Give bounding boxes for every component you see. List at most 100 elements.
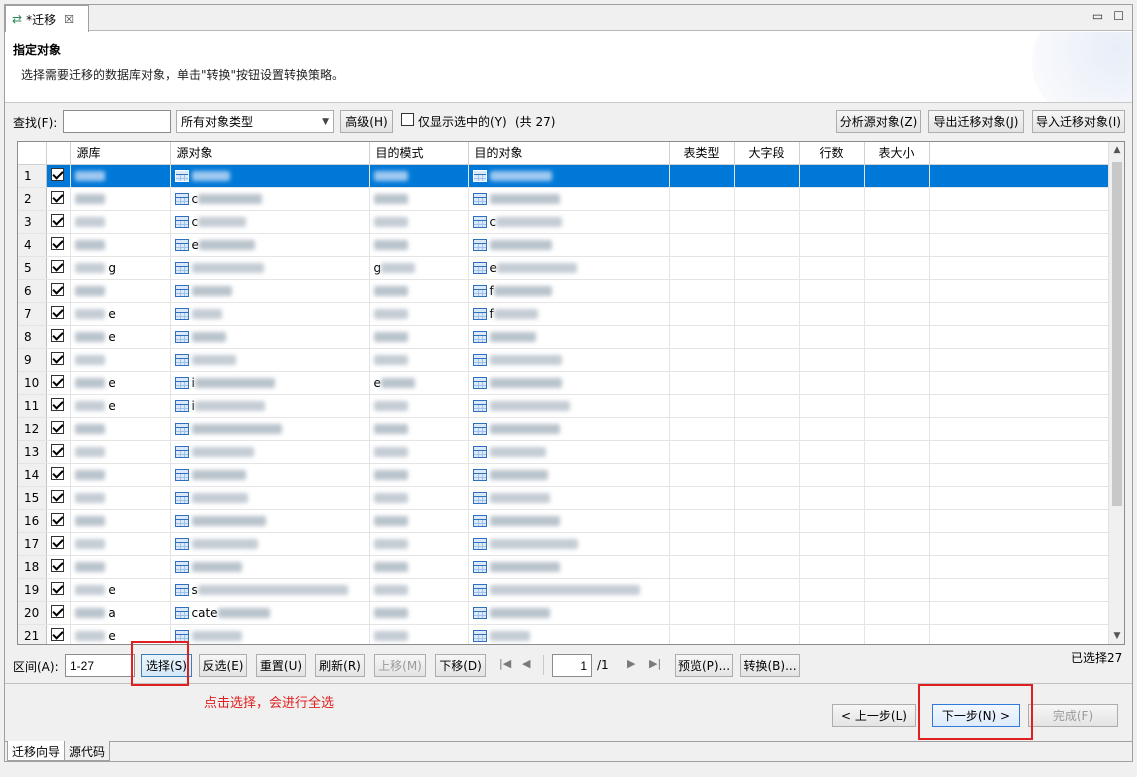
- table-row[interactable]: 1: [18, 164, 1110, 188]
- row-checkbox[interactable]: [50, 581, 64, 595]
- table-row[interactable]: 7 e f: [18, 302, 1110, 326]
- table-row[interactable]: 3 c c: [18, 210, 1110, 234]
- table-row[interactable]: 18: [18, 555, 1110, 579]
- row-check-cell[interactable]: [46, 532, 71, 556]
- table-row[interactable]: 10 eie: [18, 371, 1110, 395]
- row-check-cell[interactable]: [46, 486, 71, 510]
- row-check-cell[interactable]: [46, 578, 71, 602]
- col-source-db[interactable]: 源库: [70, 142, 171, 165]
- row-checkbox[interactable]: [50, 627, 64, 641]
- tab-wizard[interactable]: 迁移向导: [7, 741, 66, 761]
- table-row[interactable]: 9: [18, 348, 1110, 372]
- row-check-cell[interactable]: [46, 279, 71, 303]
- close-icon[interactable]: ☒: [64, 13, 74, 26]
- col-target-object[interactable]: 目的对象: [468, 142, 670, 165]
- table-row[interactable]: 2 c: [18, 187, 1110, 211]
- move-up-button[interactable]: 上移(M): [374, 654, 426, 677]
- scroll-up-icon[interactable]: ▲: [1109, 142, 1124, 158]
- finish-button[interactable]: 完成(F): [1028, 704, 1118, 727]
- scroll-thumb[interactable]: [1112, 162, 1122, 506]
- row-checkbox[interactable]: [50, 443, 64, 457]
- row-check-cell[interactable]: [46, 371, 71, 395]
- table-row[interactable]: 13: [18, 440, 1110, 464]
- table-row[interactable]: 20 a cate: [18, 601, 1110, 625]
- row-check-cell[interactable]: [46, 256, 71, 280]
- analyze-source-button[interactable]: 分析源对象(Z): [836, 110, 921, 133]
- row-checkbox[interactable]: [50, 282, 64, 296]
- table-row[interactable]: 12: [18, 417, 1110, 441]
- import-objects-button[interactable]: 导入迁移对象(I): [1032, 110, 1125, 133]
- row-checkbox[interactable]: [50, 604, 64, 618]
- row-checkbox[interactable]: [50, 558, 64, 572]
- object-type-select[interactable]: 所有对象类型 ▼: [176, 110, 334, 133]
- col-table-size[interactable]: 表大小: [864, 142, 930, 165]
- table-row[interactable]: 11 e i: [18, 394, 1110, 418]
- table-vscrollbar[interactable]: ▲ ▼: [1108, 142, 1124, 644]
- first-page-icon[interactable]: |◀: [499, 657, 511, 670]
- row-checkbox[interactable]: [50, 374, 64, 388]
- preview-button[interactable]: 预览(P)...: [675, 654, 733, 677]
- tab-source-code[interactable]: 源代码: [64, 741, 111, 761]
- row-checkbox[interactable]: [50, 236, 64, 250]
- col-row-count[interactable]: 行数: [799, 142, 865, 165]
- row-checkbox[interactable]: [50, 305, 64, 319]
- row-check-cell[interactable]: [46, 463, 71, 487]
- row-checkbox[interactable]: [50, 420, 64, 434]
- row-check-cell[interactable]: [46, 394, 71, 418]
- convert-button[interactable]: 转换(B)...: [740, 654, 800, 677]
- row-checkbox[interactable]: [50, 190, 64, 204]
- row-checkbox[interactable]: [50, 351, 64, 365]
- range-input[interactable]: [65, 654, 135, 677]
- row-check-cell[interactable]: [46, 624, 71, 644]
- table-row[interactable]: 4 e: [18, 233, 1110, 257]
- row-checkbox[interactable]: [50, 328, 64, 342]
- minimize-icon[interactable]: ▭: [1092, 9, 1103, 23]
- row-checkbox[interactable]: [50, 466, 64, 480]
- row-check-cell[interactable]: [46, 555, 71, 579]
- table-row[interactable]: 15: [18, 486, 1110, 510]
- col-large-field[interactable]: 大字段: [734, 142, 800, 165]
- row-checkbox[interactable]: [50, 213, 64, 227]
- table-row[interactable]: 16: [18, 509, 1110, 533]
- col-source-object[interactable]: 源对象: [170, 142, 370, 165]
- export-objects-button[interactable]: 导出迁移对象(J): [928, 110, 1024, 133]
- row-checkbox[interactable]: [50, 167, 64, 181]
- table-row[interactable]: 14: [18, 463, 1110, 487]
- table-row[interactable]: 6 f: [18, 279, 1110, 303]
- reset-button[interactable]: 重置(U): [256, 654, 306, 677]
- row-check-cell[interactable]: [46, 164, 71, 188]
- prev-step-button[interactable]: < 上一步(L): [832, 704, 916, 727]
- table-row[interactable]: 17: [18, 532, 1110, 556]
- refresh-button[interactable]: 刷新(R): [315, 654, 365, 677]
- row-checkbox[interactable]: [50, 397, 64, 411]
- prev-page-icon[interactable]: ◀: [522, 657, 530, 670]
- row-check-cell[interactable]: [46, 210, 71, 234]
- row-checkbox[interactable]: [50, 535, 64, 549]
- last-page-icon[interactable]: ▶|: [649, 657, 661, 670]
- row-check-cell[interactable]: [46, 187, 71, 211]
- row-check-cell[interactable]: [46, 440, 71, 464]
- row-check-cell[interactable]: [46, 417, 71, 441]
- row-check-cell[interactable]: [46, 601, 71, 625]
- row-check-cell[interactable]: [46, 509, 71, 533]
- row-check-cell[interactable]: [46, 302, 71, 326]
- next-page-icon[interactable]: ▶: [627, 657, 635, 670]
- only-selected-checkbox[interactable]: [401, 113, 414, 126]
- row-checkbox[interactable]: [50, 259, 64, 273]
- row-check-cell[interactable]: [46, 233, 71, 257]
- table-row[interactable]: 19 e s: [18, 578, 1110, 602]
- row-checkbox[interactable]: [50, 512, 64, 526]
- tab-migration[interactable]: ⇄ *迁移 ☒: [5, 5, 89, 32]
- row-checkbox[interactable]: [50, 489, 64, 503]
- move-down-button[interactable]: 下移(D): [435, 654, 486, 677]
- maximize-icon[interactable]: ☐: [1113, 9, 1124, 23]
- col-table-type[interactable]: 表类型: [669, 142, 735, 165]
- invert-button[interactable]: 反选(E): [199, 654, 247, 677]
- page-input[interactable]: [552, 654, 592, 677]
- scroll-down-icon[interactable]: ▼: [1109, 628, 1124, 644]
- col-target-schema[interactable]: 目的模式: [369, 142, 469, 165]
- search-input[interactable]: [63, 110, 171, 133]
- row-check-cell[interactable]: [46, 348, 71, 372]
- advanced-button[interactable]: 高级(H): [340, 110, 393, 133]
- row-check-cell[interactable]: [46, 325, 71, 349]
